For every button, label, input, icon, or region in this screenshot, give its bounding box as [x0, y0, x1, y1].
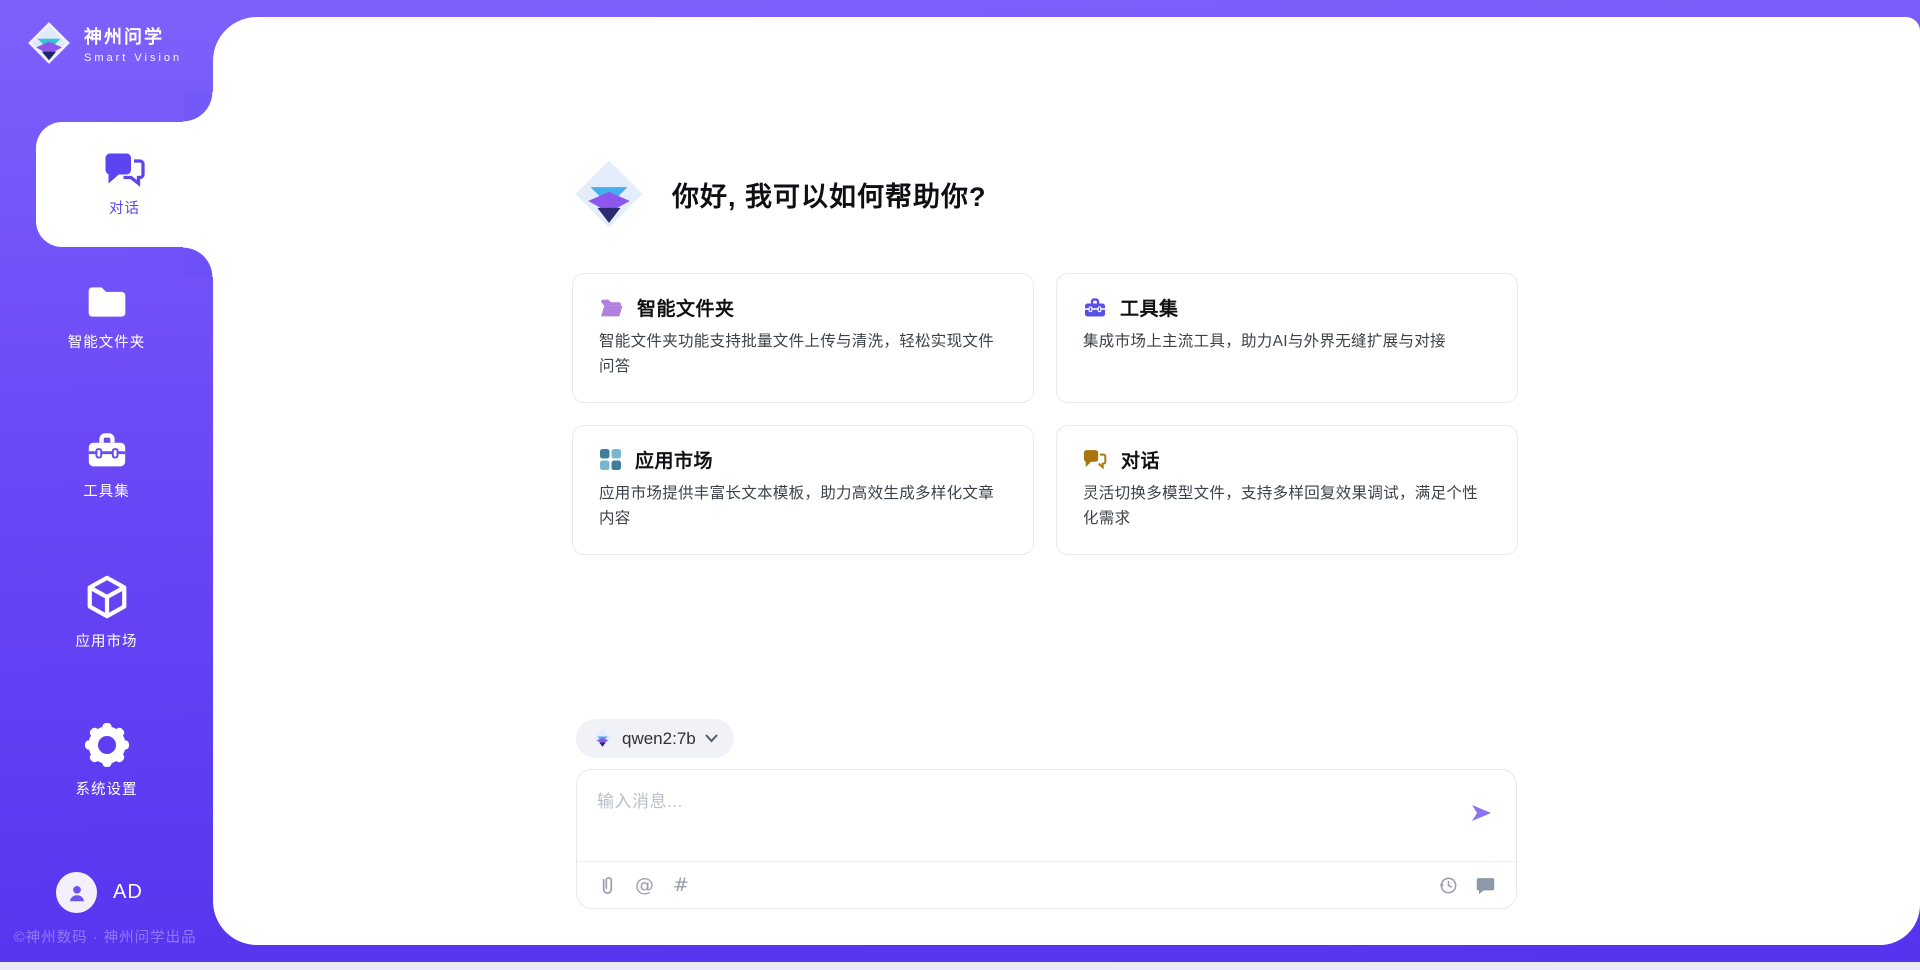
- sidebar: 神州问学 Smart Vision 对话 智能文件夹 工具集: [0, 0, 213, 970]
- folder-open-icon: [599, 297, 624, 319]
- brand-name: 神州问学: [84, 23, 182, 49]
- model-name: qwen2:7b: [622, 729, 696, 749]
- brand-subtitle: Smart Vision: [84, 52, 182, 64]
- chat-bubble-icon: [1083, 449, 1108, 471]
- model-selector[interactable]: qwen2:7b: [576, 719, 734, 758]
- briefcase-icon: [85, 430, 129, 470]
- send-button[interactable]: [1468, 800, 1494, 826]
- at-icon: @: [635, 876, 654, 895]
- card-title: 应用市场: [635, 446, 713, 473]
- gear-icon: [84, 722, 130, 768]
- main-content-panel: 你好, 我可以如何帮助你? 智能文件夹 智能文件夹功能支持批量文件上传与清洗，轻…: [213, 17, 1920, 945]
- chevron-down-icon: [705, 734, 718, 743]
- attach-file-button[interactable]: [597, 875, 616, 896]
- card-description: 集成市场上主流工具，助力AI与外界无缝扩展与对接: [1083, 330, 1491, 355]
- bottom-strip: [0, 962, 1920, 970]
- sidebar-item-settings[interactable]: 系统设置: [0, 722, 213, 799]
- folder-icon: [85, 283, 129, 321]
- user-profile[interactable]: AD: [56, 872, 143, 913]
- card-title: 对话: [1121, 446, 1160, 473]
- card-smart-folder[interactable]: 智能文件夹 智能文件夹功能支持批量文件上传与清洗，轻松实现文件问答: [572, 273, 1034, 403]
- cube-icon: [84, 574, 130, 620]
- greeting-title: 你好, 我可以如何帮助你?: [672, 175, 987, 214]
- sidebar-item-label: 工具集: [83, 480, 130, 501]
- composer-toolbar: @ #: [577, 861, 1516, 908]
- card-description: 智能文件夹功能支持批量文件上传与清洗，轻松实现文件问答: [599, 330, 1007, 380]
- sidebar-item-label: 系统设置: [76, 778, 138, 799]
- sidebar-item-label: 对话: [109, 197, 140, 218]
- new-chat-button[interactable]: [1475, 875, 1496, 896]
- sidebar-footer-credit: ©神州数码 · 神州问学出品: [14, 926, 214, 947]
- card-toolset[interactable]: 工具集 集成市场上主流工具，助力AI与外界无缝扩展与对接: [1056, 273, 1518, 403]
- chat-bubbles-icon: [104, 152, 146, 188]
- sidebar-item-label: 智能文件夹: [68, 331, 146, 352]
- sidebar-item-folders[interactable]: 智能文件夹: [0, 283, 213, 352]
- diamond-logo-mini-icon: [592, 728, 613, 749]
- user-initials: AD: [113, 881, 143, 904]
- diamond-logo-icon: [26, 20, 72, 66]
- feature-cards: 智能文件夹 智能文件夹功能支持批量文件上传与清洗，轻松实现文件问答 工具集 集成…: [572, 273, 1518, 555]
- sidebar-item-chat[interactable]: 对话: [36, 122, 213, 247]
- sidebar-item-apps[interactable]: 应用市场: [0, 574, 213, 651]
- brand-logo: 神州问学 Smart Vision: [26, 20, 182, 66]
- card-description: 灵活切换多模型文件，支持多样回复效果调试，满足个性化需求: [1083, 482, 1491, 532]
- sidebar-item-tools[interactable]: 工具集: [0, 430, 213, 501]
- card-app-market[interactable]: 应用市场 应用市场提供丰富长文本模板，助力高效生成多样化文章内容: [572, 425, 1034, 555]
- send-icon: [1469, 801, 1493, 825]
- message-input[interactable]: [577, 770, 1446, 858]
- card-title: 智能文件夹: [637, 294, 735, 321]
- topic-button[interactable]: #: [673, 876, 689, 895]
- paperclip-icon: [597, 875, 616, 896]
- tab-fillet-top: [183, 92, 213, 122]
- card-chat[interactable]: 对话 灵活切换多模型文件，支持多样回复效果调试，满足个性化需求: [1056, 425, 1518, 555]
- card-title: 工具集: [1120, 294, 1179, 321]
- history-clock-icon: [1438, 875, 1459, 896]
- avatar: [56, 872, 97, 913]
- greeting: 你好, 我可以如何帮助你?: [572, 157, 987, 231]
- hash-icon: #: [673, 876, 689, 895]
- briefcase-icon: [1083, 296, 1107, 319]
- card-description: 应用市场提供丰富长文本模板，助力高效生成多样化文章内容: [599, 482, 1007, 532]
- history-button[interactable]: [1438, 875, 1459, 896]
- tab-fillet-bottom: [183, 247, 213, 277]
- apps-grid-icon: [599, 448, 622, 471]
- sidebar-item-label: 应用市场: [76, 630, 138, 651]
- composer-toolbar-right: [1438, 875, 1496, 896]
- mention-button[interactable]: @: [635, 876, 654, 895]
- diamond-logo-large-icon: [572, 157, 646, 231]
- person-icon: [66, 882, 88, 904]
- comment-icon: [1475, 875, 1496, 896]
- message-composer: @ #: [576, 769, 1517, 909]
